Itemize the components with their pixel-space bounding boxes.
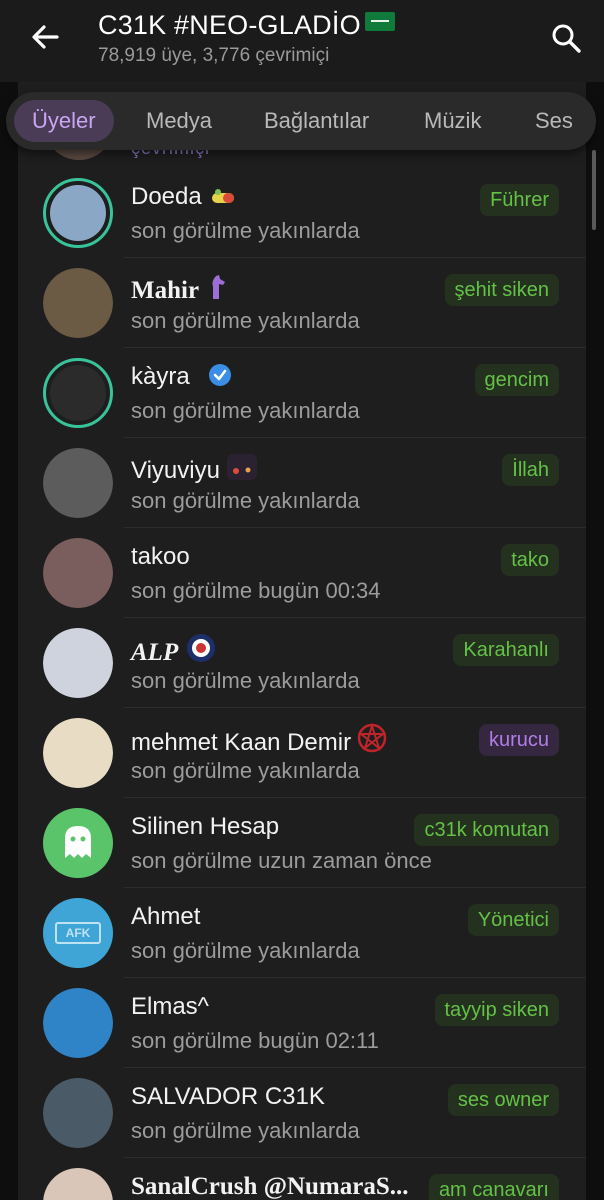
member-name: Mahir (131, 273, 229, 305)
avatar[interactable] (43, 1078, 113, 1148)
verified-icon (208, 364, 231, 386)
member-row[interactable]: Elmas^ son görülme bugün 02:11 tayyip si… (18, 978, 586, 1068)
member-row[interactable]: Silinen Hesap son görülme uzun zaman önc… (18, 798, 586, 888)
member-name: Silinen Hesap (131, 813, 280, 840)
scrollbar[interactable] (592, 150, 596, 230)
member-row[interactable]: Mahir son görülme yakınlarda şehit siken (18, 258, 586, 348)
member-row[interactable]: kàyra son görülme yakınlarda gencim (18, 348, 586, 438)
afk-icon: AFK (55, 922, 101, 944)
avatar[interactable] (43, 988, 113, 1058)
pentagram-icon (357, 723, 387, 753)
role-badge: Karahanlı (453, 634, 559, 666)
member-row[interactable]: takoo son görülme bugün 00:34 tako (18, 528, 586, 618)
avatar[interactable] (43, 448, 113, 518)
member-status: son görülme yakınlarda (131, 1118, 360, 1143)
avatar[interactable] (43, 358, 113, 428)
member-status: son görülme yakınlarda (131, 488, 360, 513)
member-name: mehmet Kaan Demir (131, 723, 387, 757)
member-status: son görülme yakınlarda (131, 668, 360, 693)
member-name: takoo (131, 543, 190, 570)
member-status: son görülme bugün 00:34 (131, 578, 381, 603)
member-status: son görülme bugün 02:11 (131, 1028, 379, 1053)
tab-media[interactable]: Medya (146, 100, 212, 142)
back-arrow-icon[interactable] (28, 20, 62, 54)
member-status: son görülme yakınlarda (131, 398, 360, 423)
role-badge: gencim (474, 364, 559, 396)
role-badge: Führer (480, 184, 559, 216)
role-badge: İllah (502, 454, 559, 486)
role-badge: am canavarı (428, 1174, 559, 1200)
member-row[interactable]: Doeda son görülme yakınlarda Führer (18, 168, 586, 258)
role-badge: c31k komutan (414, 814, 559, 846)
member-status: son görülme yakınlarda (131, 218, 360, 243)
member-row[interactable]: AFK Ahmet son görülme yakınlarda Yönetic… (18, 888, 586, 978)
role-badge: Yönetici (467, 904, 559, 936)
pill-icon (211, 189, 234, 203)
member-name: Doeda (131, 183, 236, 211)
emblem-icon (187, 634, 216, 662)
member-row[interactable]: ALP son görülme yakınlarda Karahanlı (18, 618, 586, 708)
member-name: SALVADOR C31K (131, 1083, 325, 1110)
search-icon[interactable] (550, 22, 582, 54)
photo-icon (226, 454, 257, 480)
tab-bar: Üyeler Medya Bağlantılar Müzik Ses (6, 92, 596, 150)
role-badge: şehit siken (444, 274, 559, 306)
group-title-text: C31K #NEO-GLADİO (98, 10, 361, 40)
member-row[interactable]: mehmet Kaan Demir son görülme yakınlarda… (18, 708, 586, 798)
avatar[interactable] (43, 178, 113, 248)
role-badge: kurucu (478, 724, 559, 756)
member-name: SanalCrush @NumaraS... (131, 1173, 409, 1200)
member-status: son görülme yakınlarda (131, 938, 360, 963)
avatar[interactable]: AFK (43, 898, 113, 968)
member-name: Ahmet (131, 903, 201, 930)
flag-icon (364, 12, 395, 31)
member-name: kàyra (131, 363, 232, 391)
member-row[interactable]: SALVADOR C31K son görülme yakınlarda ses… (18, 1068, 586, 1158)
avatar[interactable] (43, 628, 113, 698)
role-badge: tako (501, 544, 559, 576)
avatar[interactable] (43, 1168, 113, 1200)
tab-music[interactable]: Müzik (424, 100, 481, 142)
app-header: C31K #NEO-GLADİO 78,919 üye, 3,776 çevri… (0, 0, 604, 82)
avatar[interactable] (43, 538, 113, 608)
group-title[interactable]: C31K #NEO-GLADİO (98, 10, 395, 41)
member-row[interactable]: Viyuviyu son görülme yakınlarda İllah (18, 438, 586, 528)
tab-voice[interactable]: Ses (535, 100, 573, 142)
tab-links[interactable]: Bağlantılar (264, 100, 369, 142)
avatar[interactable] (43, 718, 113, 788)
member-status: son görülme uzun zaman önce (131, 848, 432, 873)
member-status: son görülme yakınlarda (131, 308, 360, 333)
horse-icon (212, 275, 226, 299)
member-status: son görülme yakınlarda (131, 758, 360, 783)
tab-members[interactable]: Üyeler (14, 100, 114, 142)
member-name: ALP (131, 633, 216, 667)
avatar[interactable] (43, 268, 113, 338)
ghost-icon (65, 826, 91, 858)
role-badge: tayyip siken (434, 994, 559, 1026)
avatar[interactable] (43, 808, 113, 878)
role-badge: ses owner (447, 1084, 559, 1116)
member-name: Viyuviyu (131, 453, 258, 485)
member-name: Elmas^ (131, 993, 209, 1020)
group-subtitle: 78,919 üye, 3,776 çevrimiçi (98, 45, 330, 66)
member-row[interactable]: SanalCrush @NumaraS... am canavarı (18, 1158, 586, 1200)
